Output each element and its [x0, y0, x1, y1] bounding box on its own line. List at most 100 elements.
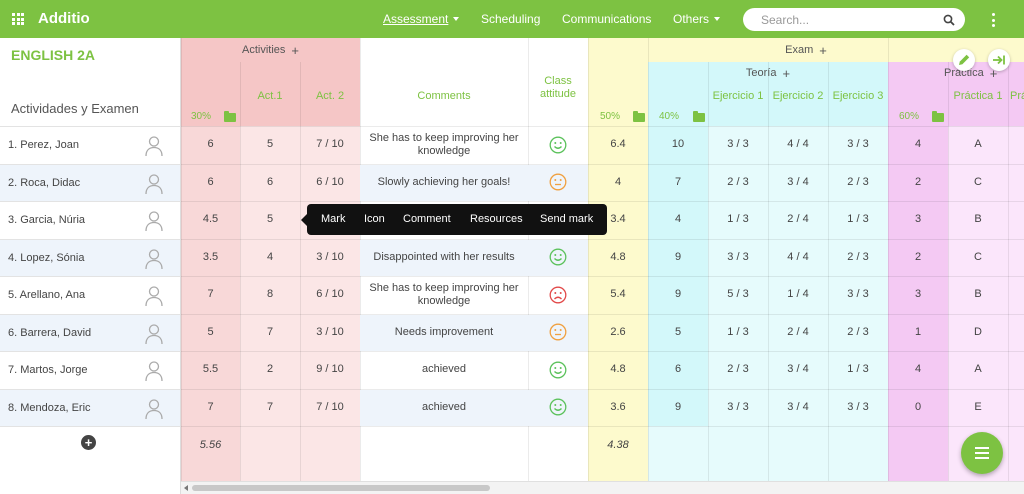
grade-cell-ej1[interactable]: 2 / 3 — [708, 351, 768, 389]
student-row[interactable]: 8. Mendoza, Eric — [0, 388, 180, 426]
user-avatar-icon[interactable] — [144, 135, 164, 157]
horizontal-scrollbar[interactable] — [181, 481, 1024, 494]
student-name[interactable]: 1. Perez, Joan — [8, 139, 79, 151]
grade-cell-exam[interactable]: 5.4 — [588, 276, 648, 314]
comment-cell[interactable]: Disappointed with her results — [360, 239, 528, 277]
class-name[interactable]: ENGLISH 2A — [11, 47, 95, 63]
search-icon[interactable] — [943, 14, 955, 26]
col-attitude-header[interactable]: Class attitude — [534, 72, 582, 104]
grade-cell-ej2[interactable]: 2 / 4 — [768, 314, 828, 352]
grade-cell-teoria[interactable]: 9 — [648, 389, 708, 427]
add-activity-icon[interactable]: + — [291, 44, 299, 57]
grade-cell-teoria[interactable]: 9 — [648, 276, 708, 314]
user-avatar-icon[interactable] — [144, 398, 164, 420]
nav-others[interactable]: Others — [673, 12, 721, 26]
grade-cell-ej3[interactable]: 3 / 3 — [828, 389, 888, 427]
menu-fab-button[interactable] — [961, 432, 1003, 474]
grade-cell-act-avg[interactable]: 6 — [181, 126, 240, 164]
col-p2-header[interactable]: Prá — [1008, 88, 1024, 104]
grade-cell-p1[interactable]: A — [948, 126, 1008, 164]
student-row[interactable]: 1. Perez, Joan — [0, 126, 180, 164]
neutral-face-icon[interactable] — [549, 173, 567, 191]
col-act1-header[interactable]: Act.1 — [240, 88, 300, 104]
grade-cell-act1[interactable]: 5 — [240, 201, 300, 239]
attitude-cell[interactable] — [528, 389, 588, 427]
student-row[interactable]: 3. Garcia, Núria — [0, 201, 180, 239]
comment-cell[interactable]: She has to keep improving her knowledge — [360, 126, 528, 164]
nav-communications[interactable]: Communications — [562, 12, 651, 26]
user-avatar-icon[interactable] — [144, 210, 164, 232]
comment-cell[interactable]: achieved — [360, 351, 528, 389]
grade-cell-act-avg[interactable]: 4.5 — [181, 201, 240, 239]
student-name[interactable]: 5. Arellano, Ana — [8, 289, 85, 301]
happy-face-icon[interactable] — [549, 361, 567, 379]
col-comments-header[interactable]: Comments — [360, 88, 528, 104]
attitude-cell[interactable] — [528, 126, 588, 164]
grade-cell-p1[interactable]: A — [948, 351, 1008, 389]
student-name[interactable]: 7. Martos, Jorge — [8, 364, 87, 376]
apps-grid-icon[interactable] — [12, 13, 24, 25]
grade-cell-ej2[interactable]: 2 / 4 — [768, 201, 828, 239]
comment-cell[interactable]: Slowly achieving her goals! — [360, 164, 528, 202]
grade-cell-teoria[interactable]: 7 — [648, 164, 708, 202]
student-name[interactable]: 6. Barrera, David — [8, 327, 91, 339]
folder-icon[interactable] — [224, 111, 236, 122]
attitude-cell[interactable] — [528, 351, 588, 389]
student-name[interactable]: 8. Mendoza, Eric — [8, 402, 91, 414]
activities-group-header[interactable]: Activities + — [181, 42, 360, 58]
student-name[interactable]: 4. Lopez, Sónia — [8, 252, 84, 264]
grade-cell-ej1[interactable]: 5 / 3 — [708, 276, 768, 314]
student-row[interactable]: 7. Martos, Jorge — [0, 351, 180, 389]
grade-cell-act1[interactable]: 6 — [240, 164, 300, 202]
grade-cell-act1[interactable]: 7 — [240, 314, 300, 352]
comment-cell[interactable]: She has to keep improving her knowledge — [360, 276, 528, 314]
folder-icon[interactable] — [633, 111, 645, 122]
grade-cell-teoria[interactable]: 5 — [648, 314, 708, 352]
grade-cell-teoria[interactable]: 4 — [648, 201, 708, 239]
happy-face-icon[interactable] — [549, 136, 567, 154]
search-input[interactable] — [743, 8, 965, 31]
grade-cell-ej3[interactable]: 1 / 3 — [828, 351, 888, 389]
context-mark[interactable]: Mark — [321, 213, 345, 225]
grade-cell-ej2[interactable]: 4 / 4 — [768, 126, 828, 164]
attitude-cell[interactable] — [528, 276, 588, 314]
grade-cell-ej3[interactable]: 2 / 3 — [828, 314, 888, 352]
grade-cell-practica[interactable]: 3 — [888, 276, 948, 314]
happy-face-icon[interactable] — [549, 248, 567, 266]
neutral-face-icon[interactable] — [549, 323, 567, 341]
grade-cell-exam[interactable]: 4.8 — [588, 351, 648, 389]
grade-cell-act-avg[interactable]: 3.5 — [181, 239, 240, 277]
more-options-icon[interactable] — [991, 13, 995, 27]
grade-cell-practica[interactable]: 2 — [888, 164, 948, 202]
grade-cell-ej1[interactable]: 3 / 3 — [708, 389, 768, 427]
context-send-mark[interactable]: Send mark — [540, 213, 593, 225]
add-exam-icon[interactable]: + — [819, 44, 827, 57]
add-student-button[interactable]: + — [81, 435, 96, 450]
grade-cell-ej2[interactable]: 3 / 4 — [768, 389, 828, 427]
context-resources[interactable]: Resources — [470, 213, 523, 225]
attitude-cell[interactable] — [528, 314, 588, 352]
student-name[interactable]: 2. Roca, Didac — [8, 177, 80, 189]
grade-cell-p1[interactable]: C — [948, 239, 1008, 277]
user-avatar-icon[interactable] — [144, 173, 164, 195]
attitude-cell[interactable] — [528, 164, 588, 202]
grade-cell-act2[interactable]: 3 / 10 — [300, 239, 360, 277]
grade-cell-p1[interactable]: E — [948, 389, 1008, 427]
grade-cell-ej3[interactable]: 2 / 3 — [828, 239, 888, 277]
grade-cell-exam[interactable]: 4 — [588, 164, 648, 202]
grade-cell-act2[interactable]: 6 / 10 — [300, 164, 360, 202]
grade-cell-exam[interactable]: 6.4 — [588, 126, 648, 164]
grade-cell-ej2[interactable]: 3 / 4 — [768, 351, 828, 389]
grade-cell-p1[interactable]: D — [948, 314, 1008, 352]
attitude-cell[interactable] — [528, 239, 588, 277]
grade-cell-ej1[interactable]: 3 / 3 — [708, 126, 768, 164]
scrollbar-thumb[interactable] — [192, 485, 490, 491]
grade-cell-teoria[interactable]: 9 — [648, 239, 708, 277]
grade-cell-exam[interactable]: 4.8 — [588, 239, 648, 277]
grade-cell-act2[interactable]: 6 / 10 — [300, 276, 360, 314]
comment-cell[interactable]: Needs improvement — [360, 314, 528, 352]
comment-cell[interactable]: achieved — [360, 389, 528, 427]
context-icon[interactable]: Icon — [364, 213, 385, 225]
col-ej2-header[interactable]: Ejercicio 2 — [768, 88, 828, 104]
student-row[interactable]: 2. Roca, Didac — [0, 163, 180, 201]
